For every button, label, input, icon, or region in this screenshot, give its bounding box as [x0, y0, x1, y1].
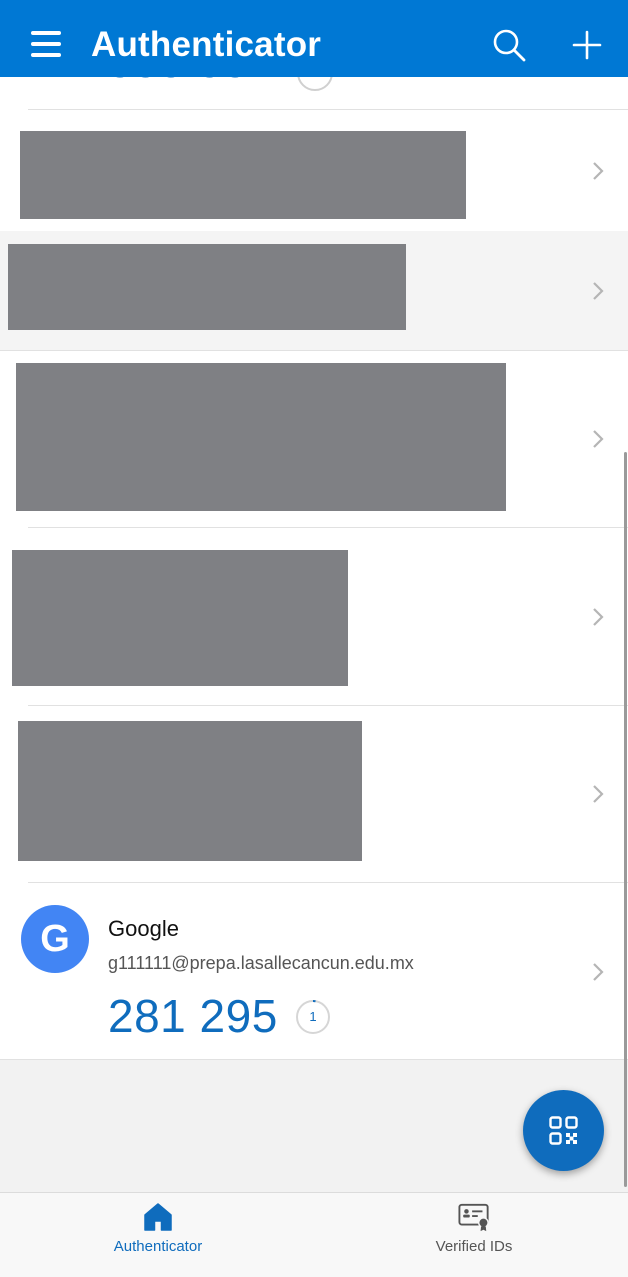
chevron-right-icon [593, 162, 604, 180]
account-row-redacted-4[interactable] [0, 528, 628, 706]
google-avatar: G [21, 905, 89, 973]
chevron-right-icon [593, 430, 604, 448]
tab-authenticator[interactable]: Authenticator [58, 1193, 258, 1277]
page-title: Authenticator [91, 25, 322, 64]
chevron-right-icon [593, 282, 604, 300]
hamburger-menu-icon[interactable] [31, 31, 61, 57]
tab-verified-ids[interactable]: Verified IDs [374, 1193, 574, 1277]
redacted-block [12, 550, 348, 686]
home-icon [144, 1203, 172, 1231]
account-row-redacted-2[interactable] [0, 231, 628, 351]
redacted-block [16, 363, 506, 511]
chevron-right-icon [593, 785, 604, 803]
qr-scan-icon [549, 1116, 578, 1145]
account-row-google[interactable]: G Google g111111@prepa.lasallecancun.edu… [0, 883, 628, 1060]
redacted-block [18, 721, 362, 861]
account-row-redacted-5[interactable] [0, 706, 628, 883]
bottom-tab-bar: Authenticator Verified IDs [0, 1192, 628, 1277]
id-card-icon [458, 1203, 489, 1232]
account-email: g111111@prepa.lasallecancun.edu.mx [108, 953, 414, 973]
account-row-redacted-3[interactable] [0, 351, 628, 528]
row-divider [0, 1059, 628, 1060]
redacted-block [20, 131, 466, 219]
scan-qr-button[interactable] [523, 1090, 604, 1171]
search-icon[interactable] [492, 28, 526, 62]
tab-label: Verified IDs [435, 1238, 513, 1255]
plus-icon[interactable] [572, 30, 602, 60]
account-row-redacted-1[interactable] [0, 110, 628, 231]
chevron-right-icon [593, 963, 604, 981]
timer-progress-arc [312, 1000, 316, 1003]
chevron-right-icon [593, 608, 604, 626]
scrollbar[interactable] [624, 452, 627, 1187]
app-header: Authenticator [0, 0, 628, 77]
tab-label: Authenticator [113, 1238, 203, 1255]
account-name: Google [108, 916, 179, 941]
one-time-code[interactable]: 281 295 [108, 989, 278, 1043]
redacted-block [8, 244, 406, 330]
